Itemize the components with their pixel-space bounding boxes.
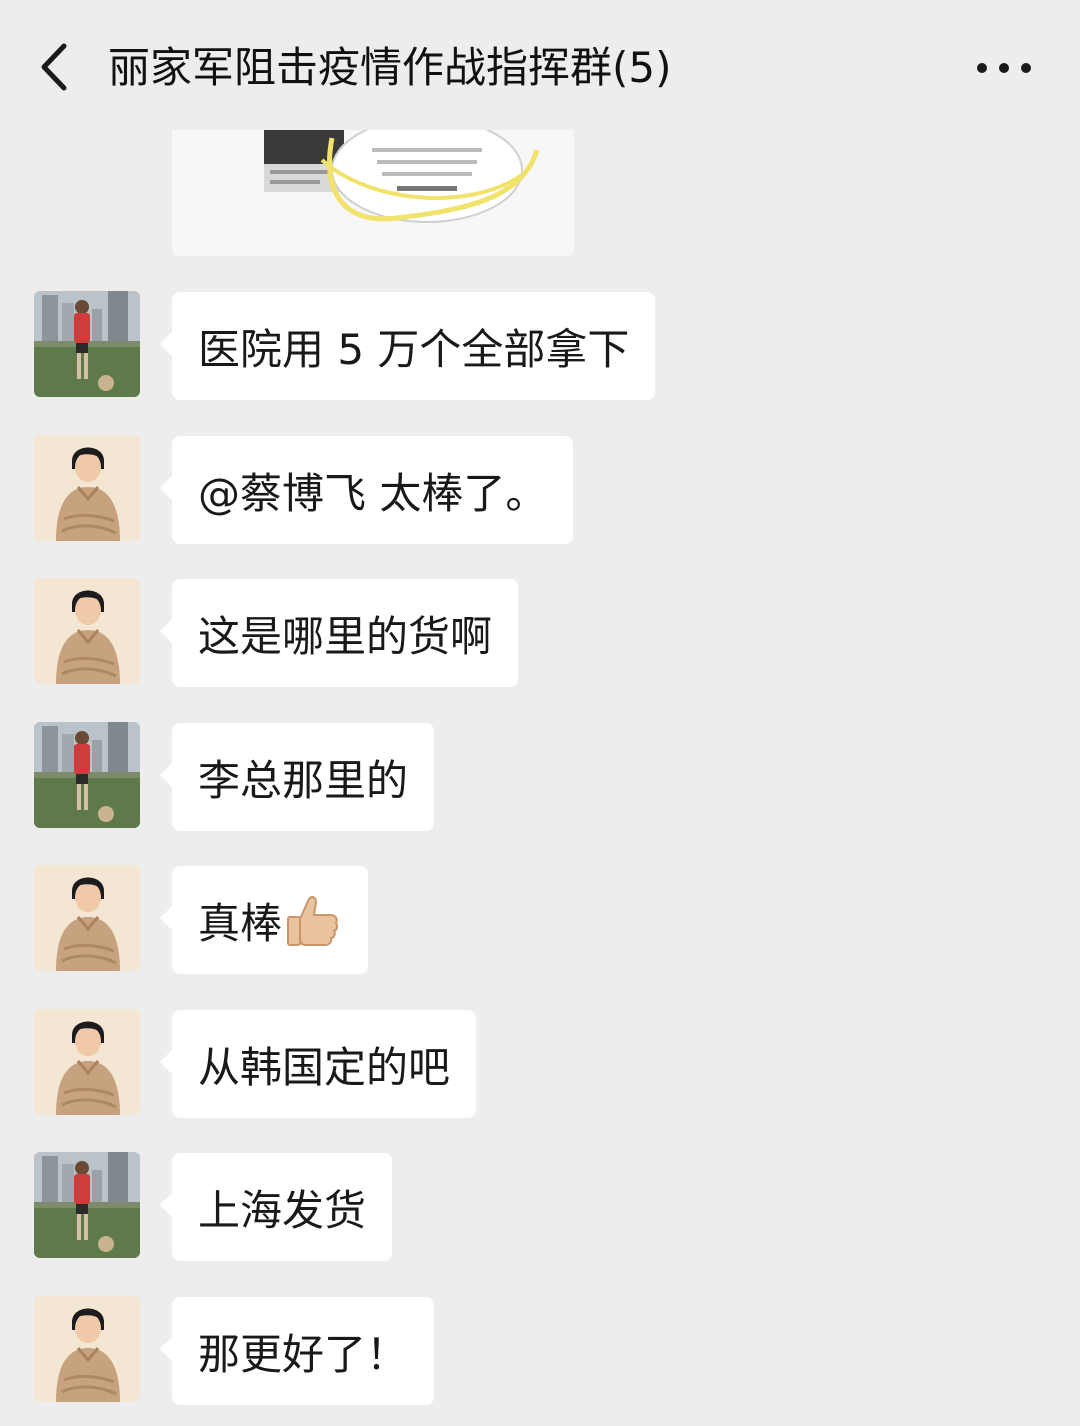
avatar-lady[interactable] (34, 578, 140, 684)
message-text: 李总那里的 (198, 755, 409, 805)
avatar-cai[interactable] (34, 1152, 140, 1258)
avatar-lady[interactable] (34, 1009, 140, 1115)
message-text: 真棒 (198, 898, 283, 948)
avatar-lady[interactable] (34, 865, 140, 971)
message-text: 那更好了！ (198, 1329, 409, 1379)
message-bubble[interactable]: 医院用 5 万个全部拿下 (159, 292, 656, 400)
avatar-lady[interactable] (34, 435, 140, 541)
more-button[interactable] (972, 52, 1036, 84)
message-bubble[interactable]: 上海发货 (159, 1153, 393, 1261)
image-message[interactable] (172, 130, 574, 256)
message-text: 这是哪里的货啊 (198, 611, 493, 661)
message-text: @蔡博飞 太棒了。 (198, 468, 548, 518)
avatar-lady[interactable] (34, 1296, 140, 1402)
mask-package-photo (172, 130, 574, 256)
message-bubble[interactable]: 这是哪里的货啊 (159, 579, 519, 687)
message-bubble[interactable]: @蔡博飞 太棒了。 (159, 436, 574, 544)
chevron-left-icon (41, 43, 67, 91)
message-text: 从韩国定的吧 (198, 1042, 451, 1092)
more-dots-icon (977, 63, 1031, 73)
message-text: 医院用 5 万个全部拿下 (198, 324, 630, 374)
message-bubble[interactable]: 李总那里的 (159, 723, 435, 831)
message-text: 上海发货 (198, 1185, 367, 1235)
avatar-cai[interactable] (34, 291, 140, 397)
chat-title: 丽家军阻击疫情作战指挥群(5) (108, 43, 672, 92)
message-bubble[interactable]: 真棒 (159, 866, 369, 974)
thumbs-up-icon (282, 891, 342, 949)
message-bubble[interactable]: 那更好了！ (159, 1297, 435, 1405)
avatar-cai[interactable] (34, 722, 140, 828)
message-bubble[interactable]: 从韩国定的吧 (159, 1010, 477, 1118)
chat-header: 丽家军阻击疫情作战指挥群(5) (0, 0, 1080, 130)
back-button[interactable] (34, 40, 84, 94)
